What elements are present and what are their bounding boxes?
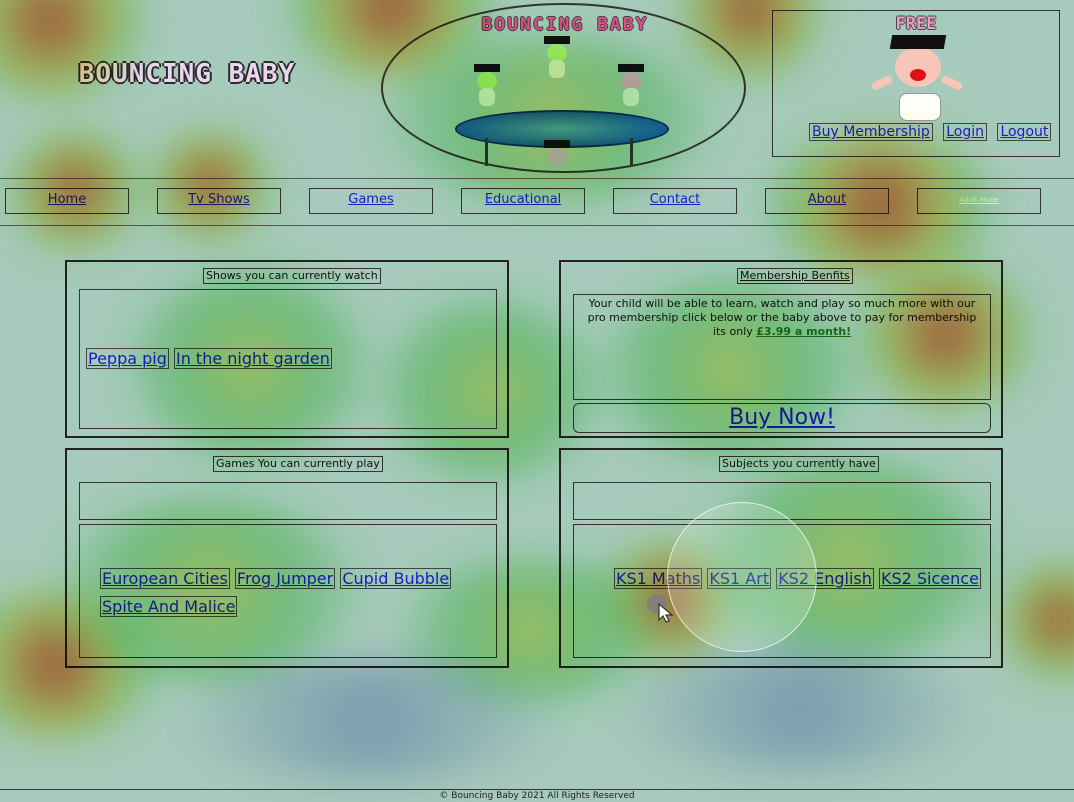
subject-link[interactable]: KS2 Sicence xyxy=(878,568,981,589)
trampoline-leg xyxy=(485,138,488,166)
game-link[interactable]: Spite And Malice xyxy=(100,596,238,617)
nav-contact[interactable]: Contact xyxy=(613,188,737,214)
free-box: FREE Buy Membership Login Logout xyxy=(772,10,1060,157)
membership-panel: Membership Benfits Your child will be ab… xyxy=(559,260,1003,438)
game-link[interactable]: Frog Jumper xyxy=(234,568,336,589)
games-title: Games You can currently play xyxy=(213,456,383,472)
show-link[interactable]: In the night garden xyxy=(173,348,332,369)
cursor-arrow-icon xyxy=(658,602,674,623)
nav-games[interactable]: Games xyxy=(309,188,433,214)
logo-text: BOUNCING BABY xyxy=(78,59,296,89)
nav-educational[interactable]: Educational xyxy=(461,188,585,214)
free-title: FREE xyxy=(895,14,937,34)
membership-text: Your child will be able to learn, watch … xyxy=(587,297,977,338)
login-link[interactable]: Login xyxy=(943,123,987,141)
games-list: European Cities Frog Jumper Cupid Bubble… xyxy=(79,524,497,658)
logo-ellipse-title: BOUNCING BABY xyxy=(481,14,649,35)
baby-icon xyxy=(470,64,504,108)
account-links: Buy Membership Login Logout xyxy=(809,123,1059,141)
baby-icon xyxy=(540,36,574,80)
logout-link[interactable]: Logout xyxy=(997,123,1052,141)
membership-text-box: Your child will be able to learn, watch … xyxy=(573,294,991,400)
buy-now-label: Buy Now! xyxy=(729,405,835,430)
nav-adult-mode[interactable]: Adult Mode xyxy=(917,188,1041,214)
baby-icon xyxy=(540,140,574,170)
baby-icon xyxy=(614,64,648,108)
show-link[interactable]: Peppa pig xyxy=(86,348,169,369)
nav-home[interactable]: Home xyxy=(5,188,129,214)
nav-about[interactable]: About xyxy=(765,188,889,214)
buy-membership-link[interactable]: Buy Membership xyxy=(809,123,933,141)
nav-bar: Home Tv Shows Games Educational Contact … xyxy=(0,178,1074,226)
membership-title: Membership Benfits xyxy=(737,268,853,284)
shows-list: Peppa pig In the night garden xyxy=(79,289,497,429)
game-link[interactable]: European Cities xyxy=(100,568,230,589)
shows-title: Shows you can currently watch xyxy=(203,268,381,284)
games-spacer xyxy=(79,482,497,520)
games-panel: Games You can currently play European Ci… xyxy=(65,448,509,668)
game-link[interactable]: Cupid Bubble xyxy=(340,568,452,589)
baby-mascot-icon[interactable] xyxy=(870,35,964,125)
shows-panel: Shows you can currently watch Peppa pig … xyxy=(65,260,509,438)
footer: © Bouncing Baby 2021 All Rights Reserved xyxy=(0,789,1074,802)
subjects-title: Subjects you currently have xyxy=(719,456,879,472)
buy-now-button[interactable]: Buy Now! xyxy=(573,403,991,433)
trampoline-leg xyxy=(630,138,633,166)
membership-price[interactable]: £3.99 a month! xyxy=(756,325,851,338)
nav-tv-shows[interactable]: Tv Shows xyxy=(157,188,281,214)
cursor-focus-circle xyxy=(667,502,817,652)
